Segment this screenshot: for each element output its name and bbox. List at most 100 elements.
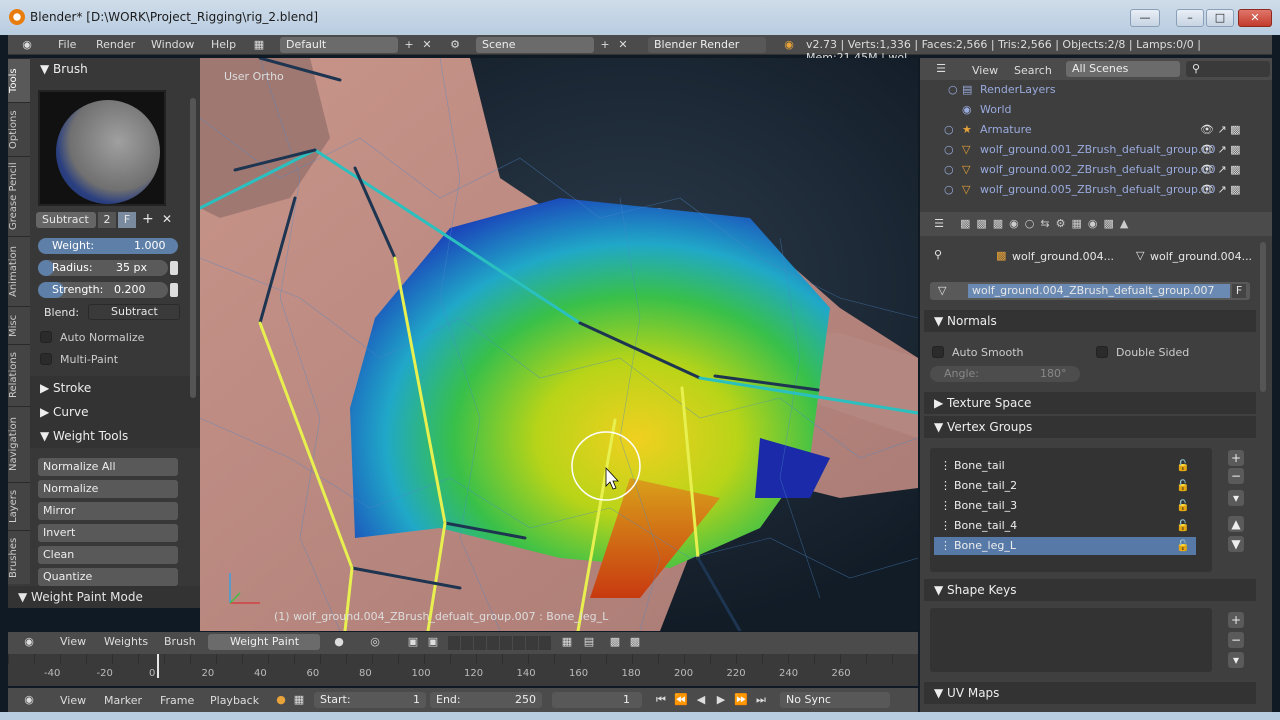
uv-maps-panel-header[interactable]: ▼ UV Maps <box>924 682 1256 704</box>
lock-icon[interactable]: 🔓 <box>1176 497 1190 515</box>
expand-icon[interactable]: ○ <box>944 120 954 140</box>
weight-slider[interactable]: Weight: 1.000 <box>38 238 178 254</box>
double-sided-checkbox[interactable] <box>1096 346 1108 358</box>
weight-tools-panel-header[interactable]: ▼ Weight Tools <box>40 429 128 443</box>
tab-brushes[interactable]: Brushes <box>8 530 30 584</box>
mesh-datablock-field[interactable]: ▽ wolf_ground.004_ZBrush_defualt_group.0… <box>930 282 1250 300</box>
vertex-group-item[interactable]: ⋮ Bone_tail_3 🔓 <box>934 497 1196 515</box>
operator-panel-header[interactable]: ▼ Weight Paint Mode <box>8 586 204 608</box>
expand-icon[interactable]: ○ <box>944 180 954 200</box>
brush-name-field[interactable]: Subtract <box>36 212 96 228</box>
lock-icon[interactable]: 🔓 <box>1176 517 1190 535</box>
menu-help[interactable]: Help <box>211 38 236 51</box>
jump-start-icon[interactable]: ⏮ <box>654 693 668 707</box>
outliner-search-input[interactable]: ⚲ <box>1186 61 1270 77</box>
strength-slider[interactable]: Strength: 0.200 <box>38 282 168 298</box>
pin-icon[interactable]: ⚲ <box>934 248 942 261</box>
strength-pressure-toggle[interactable] <box>170 283 178 297</box>
brush-preview[interactable] <box>38 90 166 206</box>
editor-type-icon-timeline[interactable]: ◉ <box>22 693 36 707</box>
texture-space-panel-header[interactable]: ▶ Texture Space <box>924 392 1256 414</box>
mirror-button[interactable]: Mirror <box>38 502 178 520</box>
tab-relations[interactable]: Relations <box>8 344 30 406</box>
shape-key-specials-button[interactable]: ▾ <box>1228 652 1244 668</box>
move-down-button[interactable]: ▼ <box>1228 536 1244 552</box>
add-vertex-group-button[interactable]: + <box>1228 450 1244 466</box>
normalize-all-button[interactable]: Normalize All <box>38 458 178 476</box>
properties-scrollbar[interactable] <box>1260 242 1266 392</box>
close-button[interactable]: ✕ <box>1238 9 1272 27</box>
play-icon[interactable]: ▶ <box>714 693 728 707</box>
maximize-button[interactable]: □ <box>1206 9 1234 27</box>
menu-search[interactable]: Search <box>1014 64 1052 77</box>
radius-slider[interactable]: Radius: 35 px <box>38 260 168 276</box>
new-brush-icon[interactable]: + <box>142 211 154 227</box>
tool-panel-scrollbar[interactable] <box>190 98 196 398</box>
add-layout-icon[interactable]: + <box>402 38 416 52</box>
keying-set-icon[interactable]: ▦ <box>292 693 306 707</box>
restore-button[interactable]: – <box>1176 9 1204 27</box>
menu-frame[interactable]: Frame <box>160 694 194 707</box>
lock-icon[interactable]: 🔓 <box>1176 477 1190 495</box>
start-frame-field[interactable]: Start: 1 <box>314 692 426 708</box>
menu-view[interactable]: View <box>60 635 86 648</box>
brush-fake-user-toggle[interactable]: F <box>118 212 136 228</box>
vertex-mask-icon[interactable]: ▣ <box>426 635 440 649</box>
expand-icon[interactable]: ○ <box>944 140 954 160</box>
opengl-render-icon[interactable]: ▩ <box>608 635 622 649</box>
face-mask-icon[interactable]: ▣ <box>406 635 420 649</box>
multi-paint-checkbox[interactable] <box>40 353 52 365</box>
timeline-playhead[interactable] <box>157 654 159 678</box>
shape-keys-panel-header[interactable]: ▼ Shape Keys <box>924 579 1256 601</box>
stroke-panel-header[interactable]: ▶ Stroke <box>40 381 91 395</box>
outliner-row[interactable]: ○ ▤ RenderLayers <box>920 80 1272 100</box>
radius-pressure-toggle[interactable] <box>170 261 178 275</box>
play-reverse-icon[interactable]: ◀ <box>694 693 708 707</box>
angle-slider[interactable]: Angle: 180° <box>930 366 1080 382</box>
tab-layers[interactable]: Layers <box>8 482 30 530</box>
tab-grease-pencil[interactable]: Grease Pencil <box>8 156 30 236</box>
tab-options[interactable]: Options <box>8 102 30 156</box>
scene-field[interactable]: Scene <box>476 37 594 53</box>
editor-type-icon-3d[interactable]: ◉ <box>22 635 36 649</box>
unlink-brush-icon[interactable]: ✕ <box>162 212 172 226</box>
clean-button[interactable]: Clean <box>38 546 178 564</box>
blend-select[interactable]: Subtract <box>88 304 180 320</box>
menu-playback[interactable]: Playback <box>210 694 259 707</box>
autokey-record-icon[interactable]: ● <box>274 693 288 707</box>
snap-icon[interactable]: ▦ <box>560 635 574 649</box>
editor-type-icon-properties[interactable]: ☰ <box>932 217 946 231</box>
remove-shape-key-button[interactable]: − <box>1228 632 1244 648</box>
tab-misc[interactable]: Misc <box>8 306 30 344</box>
end-frame-field[interactable]: End: 250 <box>430 692 542 708</box>
vertex-groups-panel-header[interactable]: ▼ Vertex Groups <box>924 416 1256 438</box>
timeline-ruler[interactable]: -40 -20 0 20 40 60 80 100 120 140 160 180 200 220 240 2… <box>8 654 918 686</box>
menu-timeline-view[interactable]: View <box>60 694 86 707</box>
invert-button[interactable]: Invert <box>38 524 178 542</box>
normals-panel-header[interactable]: ▼ Normals <box>924 310 1256 332</box>
remove-layout-icon[interactable]: ✕ <box>420 38 434 52</box>
tab-navigation[interactable]: Navigation <box>8 406 30 482</box>
brush-panel-header[interactable]: ▼ Brush <box>40 62 88 76</box>
current-frame-field[interactable]: 1 <box>552 692 642 708</box>
normalize-button[interactable]: Normalize <box>38 480 178 498</box>
add-shape-key-button[interactable]: + <box>1228 612 1244 628</box>
menu-marker[interactable]: Marker <box>104 694 142 707</box>
outliner-row[interactable]: ◉ World <box>920 100 1272 120</box>
menu-window[interactable]: Window <box>151 38 194 51</box>
auto-smooth-checkbox[interactable] <box>932 346 944 358</box>
layer-buttons[interactable] <box>448 636 552 650</box>
pivot-point-icon[interactable]: ◎ <box>368 635 382 649</box>
menu-file[interactable]: File <box>58 38 76 51</box>
expand-icon[interactable]: ○ <box>948 80 958 100</box>
3d-viewport[interactable]: User Ortho (1) wolf_ground.004_ZBrush_de… <box>200 58 918 631</box>
opengl-anim-icon[interactable]: ▩ <box>628 635 642 649</box>
curve-panel-header[interactable]: ▶ Curve <box>40 405 88 419</box>
lock-icon[interactable]: 🔓 <box>1176 537 1190 555</box>
vertex-group-item[interactable]: ⋮ Bone_tail 🔓 <box>934 457 1196 475</box>
menu-weights[interactable]: Weights <box>104 635 148 648</box>
menu-outliner-view[interactable]: View <box>972 64 998 77</box>
properties-context-tabs[interactable]: ▩▩▩◉○⇆⚙▦◉▩▲ <box>960 217 1134 230</box>
jump-next-key-icon[interactable]: ⏩ <box>734 693 748 707</box>
sync-mode-select[interactable]: No Sync <box>780 692 890 708</box>
